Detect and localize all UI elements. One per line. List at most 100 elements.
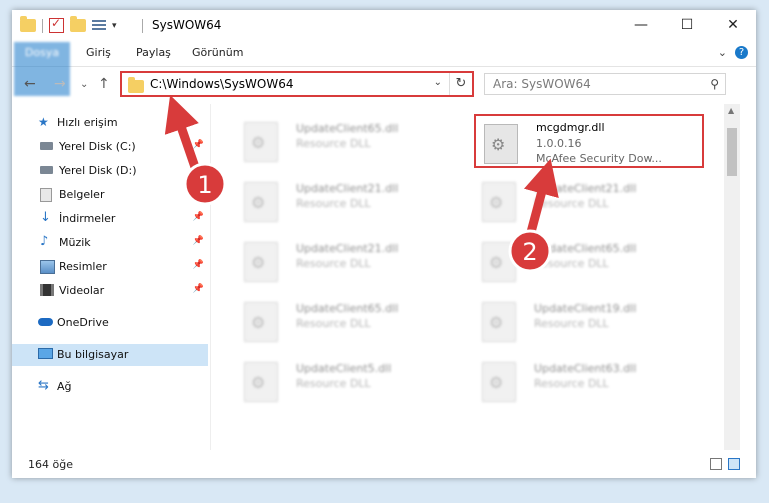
- file-description: Resource DLL: [534, 377, 609, 390]
- dll-file-icon: [484, 124, 518, 164]
- dll-file-icon: [482, 242, 516, 282]
- search-box[interactable]: Ara: SysWOW64 ⚲: [484, 73, 726, 95]
- forward-button[interactable]: →: [54, 76, 66, 92]
- sidebar-item-label: Videolar: [59, 284, 105, 297]
- vertical-scrollbar[interactable]: ▲: [724, 104, 740, 450]
- file-item-highlighted[interactable]: mcgdmgr.dll 1.0.0.16 McAfee Security Dow..…: [474, 114, 704, 168]
- file-item[interactable]: UpdateClient63.dll Resource DLL: [474, 354, 704, 408]
- minimize-button[interactable]: —: [618, 10, 664, 40]
- back-button[interactable]: ←: [24, 76, 36, 92]
- pin-icon: 📌: [192, 212, 204, 222]
- maximize-button[interactable]: ☐: [664, 10, 710, 40]
- videos-icon: [40, 284, 54, 296]
- dll-file-icon: [244, 242, 278, 282]
- search-input[interactable]: Ara: SysWOW64: [493, 77, 591, 91]
- file-company-line: McAfee Security Dow...: [536, 152, 662, 165]
- folder-icon: [20, 16, 36, 32]
- file-description: Resource DLL: [534, 317, 609, 330]
- sidebar-item-label: Müzik: [59, 236, 91, 249]
- drive-icon: [40, 166, 53, 174]
- file-description-line: Resource DLL: [534, 197, 609, 210]
- file-item[interactable]: UpdateClient65.dll Resource DLL: [474, 234, 704, 288]
- sidebar-item-onedrive[interactable]: OneDrive: [12, 312, 208, 334]
- file-description-line: Resource DLL: [296, 197, 371, 210]
- file-item[interactable]: UpdateClient5.dll Resource DLL: [236, 354, 466, 408]
- file-description: Resource DLL: [296, 317, 371, 330]
- properties-check-icon[interactable]: [49, 16, 64, 33]
- refresh-button[interactable]: ↻: [449, 73, 472, 95]
- sidebar-item-label: Resimler: [59, 260, 107, 273]
- expand-ribbon-icon[interactable]: ⌄: [718, 46, 727, 59]
- explorer-window: ▾ SysWOW64 — ☐ ✕ Dosya Giriş Paylaş Görü…: [12, 10, 756, 478]
- window-title: SysWOW64: [152, 18, 222, 32]
- scroll-thumb[interactable]: [727, 128, 737, 176]
- sidebar-item-this-pc[interactable]: Bu bilgisayar: [12, 344, 208, 366]
- file-name: UpdateClient65.dll: [534, 242, 637, 255]
- close-button[interactable]: ✕: [710, 10, 756, 40]
- file-item[interactable]: UpdateClient21.dll Resource DLL: [474, 174, 704, 228]
- customize-toolbar-icon[interactable]: ▾: [112, 21, 117, 31]
- dll-file-icon: [244, 182, 278, 222]
- file-description-line: Resource DLL: [534, 377, 609, 390]
- tiles-view-icon[interactable]: [728, 458, 740, 470]
- recent-locations-button[interactable]: ⌄: [80, 79, 88, 90]
- file-list: UpdateClient65.dll Resource DLL mcgdmgr.dl…: [222, 104, 722, 450]
- document-icon: [40, 188, 52, 202]
- sidebar-item-music[interactable]: ♪ Müzik 📌: [12, 232, 208, 254]
- sidebar-item-pictures[interactable]: Resimler 📌: [12, 256, 208, 278]
- file-description-line: Resource DLL: [534, 317, 609, 330]
- file-item[interactable]: UpdateClient65.dll Resource DLL: [236, 294, 466, 348]
- new-folder-icon[interactable]: [70, 16, 86, 32]
- address-dropdown-icon[interactable]: ⌄: [434, 77, 442, 88]
- address-bar[interactable]: C:\Windows\SysWOW64 ⌄ ↻: [120, 71, 474, 97]
- up-button[interactable]: ↑: [98, 76, 110, 92]
- computer-icon: [38, 348, 53, 359]
- file-item[interactable]: UpdateClient21.dll Resource DLL: [236, 234, 466, 288]
- sidebar-item-network[interactable]: ⇆ Ağ: [12, 376, 208, 398]
- properties-icon[interactable]: [92, 19, 106, 32]
- file-name: UpdateClient21.dll: [534, 182, 637, 195]
- dll-file-icon: [482, 362, 516, 402]
- file-name: UpdateClient65.dll: [296, 302, 399, 315]
- view-switcher: [710, 458, 740, 470]
- toolbar-divider: [42, 18, 43, 33]
- pin-icon: 📌: [192, 284, 204, 294]
- dll-file-icon: [482, 182, 516, 222]
- sidebar-item-documents[interactable]: Belgeler: [12, 184, 208, 206]
- file-description-line: 1.0.0.16: [536, 137, 582, 150]
- sidebar-item-local-disk-d[interactable]: Yerel Disk (D:): [12, 160, 208, 182]
- navigation-bar: ← → ⌄ ↑ C:\Windows\SysWOW64 ⌄ ↻ Ara: Sys…: [12, 67, 756, 103]
- scroll-up-icon[interactable]: ▲: [728, 106, 734, 115]
- file-name: UpdateClient63.dll: [534, 362, 637, 375]
- tab-view[interactable]: Görünüm: [192, 42, 243, 64]
- address-folder-icon: [128, 77, 144, 93]
- file-description: Resource DLL: [534, 257, 609, 270]
- network-icon: ⇆: [38, 378, 49, 393]
- pane-splitter[interactable]: [210, 104, 211, 450]
- file-item[interactable]: UpdateClient19.dll Resource DLL: [474, 294, 704, 348]
- cloud-icon: [38, 318, 53, 326]
- tab-share[interactable]: Paylaş: [136, 42, 171, 64]
- dll-file-icon: [244, 362, 278, 402]
- address-path[interactable]: C:\Windows\SysWOW64: [150, 77, 294, 91]
- sidebar-item-label: Yerel Disk (D:): [59, 164, 137, 177]
- ribbon-tabs: Dosya Giriş Paylaş Görünüm ⌄ ?: [12, 42, 756, 96]
- sidebar-item-quick-access[interactable]: ★ Hızlı erişim: [12, 112, 208, 134]
- file-description: 1.0.0.16 McAfee Security Dow...: [536, 136, 662, 166]
- details-view-icon[interactable]: [710, 458, 722, 470]
- file-name: mcgdmgr.dll: [536, 121, 605, 134]
- sidebar-item-label: Hızlı erişim: [57, 116, 118, 129]
- sidebar-item-label: Bu bilgisayar: [57, 348, 129, 361]
- file-description-line: Resource DLL: [534, 257, 609, 270]
- help-icon[interactable]: ?: [735, 46, 748, 59]
- sidebar-item-videos[interactable]: Videolar 📌: [12, 280, 208, 302]
- file-item[interactable]: UpdateClient21.dll Resource DLL: [236, 174, 466, 228]
- file-name: UpdateClient5.dll: [296, 362, 392, 375]
- download-icon: ↓: [40, 210, 51, 225]
- sidebar-item-downloads[interactable]: ↓ İndirmeler 📌: [12, 208, 208, 230]
- dll-file-icon: [244, 122, 278, 162]
- sidebar-item-local-disk-c[interactable]: Yerel Disk (C:) 📌: [12, 136, 208, 158]
- tab-home[interactable]: Giriş: [86, 42, 111, 64]
- search-icon[interactable]: ⚲: [710, 77, 719, 91]
- file-item[interactable]: UpdateClient65.dll Resource DLL: [236, 114, 466, 168]
